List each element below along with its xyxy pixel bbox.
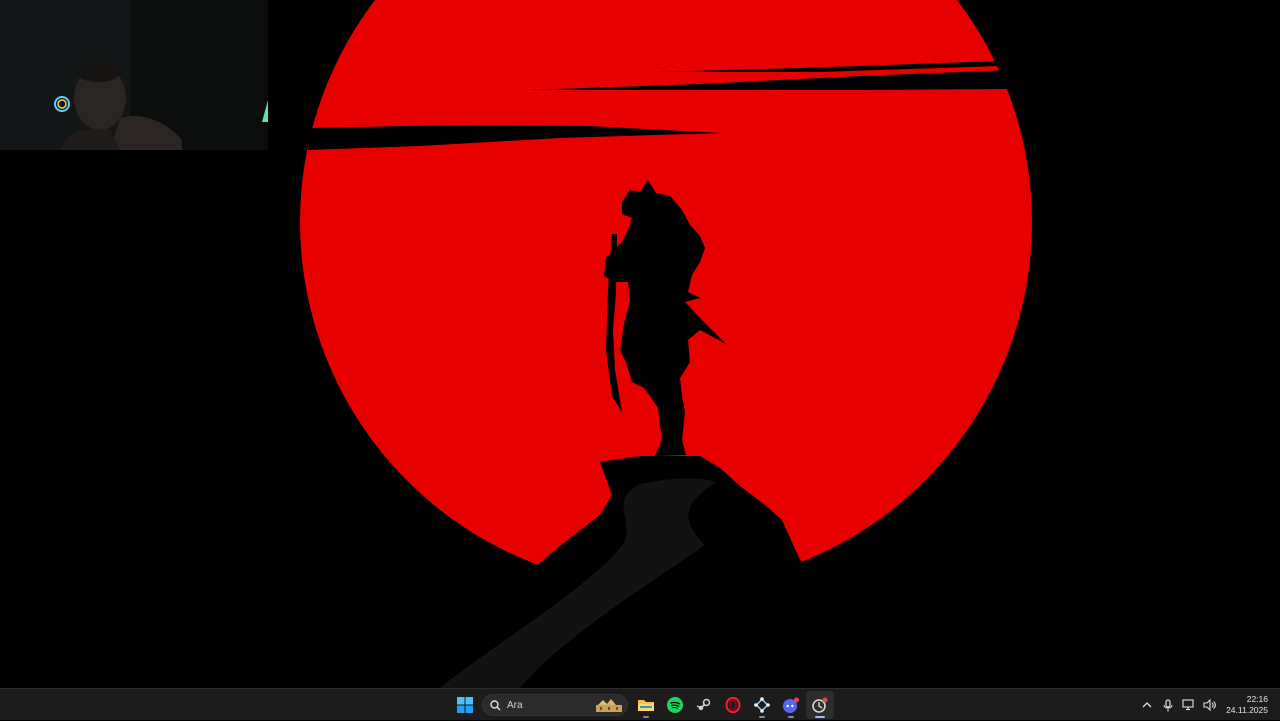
running-indicator [787, 716, 794, 718]
taskbar-app-network[interactable] [748, 691, 776, 719]
spotify-icon [666, 697, 683, 713]
microphone-icon [1163, 698, 1173, 711]
search-icon [490, 699, 501, 711]
running-indicator [758, 716, 765, 718]
taskbar-app-opera[interactable] [719, 691, 747, 719]
active-indicator [814, 716, 825, 718]
windows-logo-icon [456, 697, 473, 713]
taskbar-app-steam[interactable] [690, 691, 718, 719]
folder-icon [637, 700, 654, 711]
microphone-button[interactable] [1158, 693, 1178, 717]
speaker-icon [1203, 699, 1216, 711]
running-indicator [642, 716, 649, 718]
taskbar-app-discord[interactable] [777, 691, 805, 719]
taskbar-app-active[interactable] [805, 691, 834, 719]
desktop [0, 0, 1280, 688]
clock-time: 22:16 [1246, 694, 1268, 704]
taskbar-app-spotify[interactable] [661, 691, 689, 719]
show-hidden-icons-button[interactable] [1137, 693, 1157, 717]
network-icon [1182, 699, 1194, 711]
volume-button[interactable] [1200, 693, 1220, 717]
taskbar-search-box[interactable]: Ara [482, 694, 628, 716]
opera-icon [725, 697, 740, 713]
system-tray: 22:16 24.11.2025 [1136, 689, 1280, 721]
search-placeholder: Ara [507, 699, 523, 711]
chevron-up-icon [1142, 702, 1152, 708]
search-highlight-image [594, 697, 624, 718]
webcam-overlay [0, 0, 268, 150]
steam-icon [696, 698, 710, 711]
webcam-feed [0, 0, 268, 150]
taskbar-center: Ara [450, 689, 834, 721]
discord-icon [782, 697, 799, 713]
app-icon [811, 697, 827, 713]
network-status-button[interactable] [1179, 693, 1199, 717]
network-icon [753, 697, 770, 713]
clock-date: 24.11.2025 [1226, 705, 1268, 715]
start-button[interactable] [451, 691, 479, 719]
taskbar-app-file-explorer[interactable] [632, 691, 660, 719]
taskbar: Ara 22:16 24.11.2025 [0, 688, 1280, 720]
taskbar-clock[interactable]: 22:16 24.11.2025 [1226, 694, 1268, 716]
